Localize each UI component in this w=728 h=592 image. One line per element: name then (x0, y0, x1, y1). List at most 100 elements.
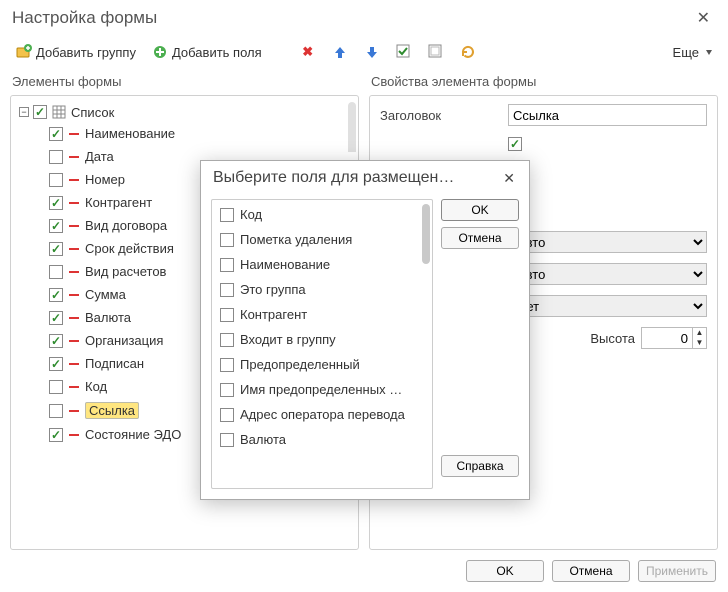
tree-item-checkbox[interactable] (49, 288, 63, 302)
height-input[interactable] (642, 328, 692, 348)
dialog-field-label: Контрагент (240, 307, 307, 322)
dialog-field-label: Код (240, 207, 262, 222)
dialog-fields-list: Код Пометка удаленияНаименованиеЭто групп… (211, 199, 433, 489)
dialog-field-row[interactable]: Контрагент (216, 302, 428, 327)
dialog-field-checkbox[interactable] (220, 308, 234, 322)
add-fields-label: Добавить поля (172, 45, 262, 60)
tree-item-checkbox[interactable] (49, 311, 63, 325)
toolbar: Добавить группу Добавить поля ✖ (0, 40, 728, 70)
move-down-button[interactable] (358, 42, 386, 62)
move-up-button[interactable] (326, 42, 354, 62)
prop-title-label: Заголовок (380, 108, 500, 123)
field-icon (69, 434, 79, 436)
dialog-scrollbar[interactable] (422, 204, 430, 264)
tree-item-label: Подписан (85, 356, 144, 371)
add-group-label: Добавить группу (36, 45, 136, 60)
tree-item-label: Ссылка (85, 402, 139, 419)
dialog-field-label: Предопределенный (240, 357, 360, 372)
tree-item-checkbox[interactable] (49, 219, 63, 233)
dialog-field-checkbox[interactable] (220, 358, 234, 372)
spin-up-icon[interactable]: ▲ (693, 328, 706, 338)
dialog-ok-button[interactable]: OK (441, 199, 519, 221)
spin-down-icon[interactable]: ▼ (693, 338, 706, 348)
reset-icon (460, 44, 476, 60)
dialog-field-label: Адрес оператора перевода (240, 407, 405, 422)
tree-item[interactable]: Наименование (47, 122, 354, 145)
tree-item-checkbox[interactable] (49, 242, 63, 256)
dialog-field-row[interactable]: Входит в группу (216, 327, 428, 352)
dialog-help-button[interactable]: Справка (441, 455, 519, 477)
dialog-field-checkbox[interactable] (220, 333, 234, 347)
dialog-field-checkbox[interactable] (220, 383, 234, 397)
dialog-field-checkbox[interactable] (220, 208, 234, 222)
reset-button[interactable] (454, 42, 482, 62)
tree-item-checkbox[interactable] (49, 173, 63, 187)
tree-root-label: Список (71, 105, 114, 120)
collapse-icon[interactable]: − (19, 107, 29, 117)
dialog-field-row[interactable]: Пометка удаления (216, 227, 428, 252)
add-group-button[interactable]: Добавить группу (10, 42, 142, 62)
field-icon (69, 248, 79, 250)
dialog-close-icon[interactable]: ✕ (499, 170, 519, 187)
root-checkbox[interactable] (33, 105, 47, 119)
ok-button[interactable]: OK (466, 560, 544, 582)
field-icon (69, 386, 79, 388)
dialog-field-row[interactable]: Предопределенный (216, 352, 428, 377)
field-icon (69, 363, 79, 365)
tree-item-checkbox[interactable] (49, 380, 63, 394)
height-stepper[interactable]: ▲ ▼ (641, 327, 707, 349)
cancel-button[interactable]: Отмена (552, 560, 630, 582)
close-icon[interactable]: ✕ (691, 6, 716, 30)
properties-panel-header: Свойства элемента формы (369, 70, 718, 95)
dialog-field-checkbox[interactable] (220, 433, 234, 447)
dialog-field-row[interactable]: Наименование (216, 252, 428, 277)
dialog-field-row[interactable]: Адрес оператора перевода (216, 402, 428, 427)
prop-title-input[interactable] (508, 104, 707, 126)
footer: OK Отмена Применить (0, 550, 728, 592)
tree-item-label: Дата (85, 149, 114, 164)
titlebar: Настройка формы ✕ (0, 0, 728, 40)
tree-item-checkbox[interactable] (49, 334, 63, 348)
tree-item-checkbox[interactable] (49, 265, 63, 279)
tree-item-checkbox[interactable] (49, 150, 63, 164)
dialog-cancel-button[interactable]: Отмена (441, 227, 519, 249)
table-icon (51, 104, 67, 120)
prop-checkbox[interactable] (508, 137, 522, 151)
dialog-field-row[interactable]: Имя предопределенных … (216, 377, 428, 402)
field-icon (69, 271, 79, 273)
tree-root[interactable]: − Список (15, 102, 354, 122)
dialog-field-checkbox[interactable] (220, 258, 234, 272)
dialog-field-row[interactable]: Валюта (216, 427, 428, 452)
tree-item-label: Сумма (85, 287, 126, 302)
check-all-button[interactable] (390, 42, 418, 62)
dialog-field-checkbox[interactable] (220, 408, 234, 422)
prop-select-1[interactable]: Авто (508, 231, 707, 253)
dialog-title: Выберите поля для размещен… (213, 169, 454, 187)
tree-item-checkbox[interactable] (49, 404, 63, 418)
tree-item-checkbox[interactable] (49, 127, 63, 141)
dialog-field-row[interactable]: Это группа (216, 277, 428, 302)
prop-select-3[interactable]: Нет (508, 295, 707, 317)
tree-item-checkbox[interactable] (49, 428, 63, 442)
tree-item-label: Организация (85, 333, 163, 348)
dialog-field-checkbox[interactable] (220, 233, 234, 247)
dialog-titlebar: Выберите поля для размещен… ✕ (201, 161, 529, 195)
field-icon (69, 202, 79, 204)
prop-select-2[interactable]: Авто (508, 263, 707, 285)
dialog-field-row[interactable]: Код (216, 202, 428, 227)
add-fields-icon (152, 44, 168, 60)
tree-item-checkbox[interactable] (49, 196, 63, 210)
folder-add-icon (16, 44, 32, 60)
elements-panel-header: Элементы формы (10, 70, 359, 95)
dialog-field-label: Имя предопределенных … (240, 382, 402, 397)
uncheck-all-icon (428, 44, 444, 60)
tree-item-checkbox[interactable] (49, 357, 63, 371)
uncheck-all-button[interactable] (422, 42, 450, 62)
tree-item-label: Наименование (85, 126, 175, 141)
delete-button[interactable]: ✖ (294, 42, 322, 62)
tree-item-label: Состояние ЭДО (85, 427, 181, 442)
dialog-field-checkbox[interactable] (220, 283, 234, 297)
tree-item-label: Номер (85, 172, 125, 187)
more-button[interactable]: Еще (667, 43, 718, 62)
add-fields-button[interactable]: Добавить поля (146, 42, 268, 62)
